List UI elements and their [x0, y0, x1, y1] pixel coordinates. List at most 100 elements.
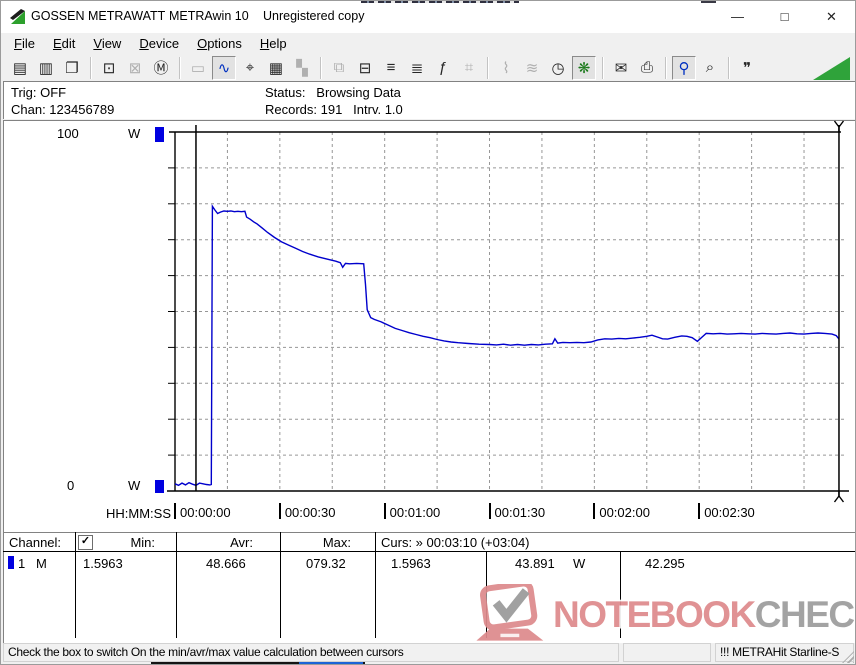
toolbar-separator — [320, 57, 321, 79]
license-status: Unregistered copy — [263, 9, 364, 23]
browse-status: Status: Browsing Data — [265, 85, 401, 100]
channel-column-header: Channel: — [9, 535, 61, 550]
table-column-divider — [375, 532, 376, 638]
x-tick-label: 00:00:30 — [285, 505, 336, 520]
lcd-display-button[interactable]: ▭ — [186, 56, 210, 80]
channel-number: 1 — [18, 556, 25, 571]
menu-edit[interactable]: Edit — [44, 34, 84, 53]
channel-1-color-swatch — [8, 556, 14, 569]
wave-output-button[interactable]: ≋ — [520, 56, 544, 80]
x-tick-00:02:00: 00:02:00 — [593, 503, 650, 520]
toolbar-separator — [179, 57, 180, 79]
import-file-button[interactable]: ▤ — [8, 56, 32, 80]
menu-help[interactable]: Help — [251, 34, 296, 53]
records-status: Records: 191 Intrv. 1.0 — [265, 102, 403, 117]
x-tick-00:00:30: 00:00:30 — [279, 503, 336, 520]
x-tick-mark — [279, 503, 281, 519]
toolbar-separator — [665, 57, 666, 79]
x-tick-mark — [384, 503, 386, 519]
scope-view-button[interactable]: ⌖ — [238, 56, 262, 80]
menu-device[interactable]: Device — [130, 34, 188, 53]
min-value: 1.5963 — [83, 556, 123, 571]
status-panel: Trig: OFF Chan: 123456789 Status: Browsi… — [3, 81, 855, 119]
minimize-button[interactable]: — — [714, 1, 761, 32]
avr-value: 48.666 — [206, 556, 246, 571]
avr-column-header: Avr: — [198, 535, 253, 550]
table-view-button[interactable]: ▦ — [264, 56, 288, 80]
close-button[interactable]: ✕ — [808, 1, 855, 32]
tooltip-button[interactable]: ❞ — [735, 56, 759, 80]
maximize-button[interactable]: □ — [761, 1, 808, 32]
power-chart-svg — [3, 120, 853, 525]
status-bar: Check the box to switch On the min/avr/m… — [3, 643, 855, 664]
minmax-toggle-checkbox[interactable]: ✓ — [78, 535, 93, 550]
zoom-curve-button[interactable]: ⚲ — [672, 56, 696, 80]
chart-panel: 100 W 0 W HH:MM:SS 00:00:0000:00:3000:01… — [3, 120, 855, 532]
menu-view[interactable]: View — [84, 34, 130, 53]
cursor-b-value: 42.295 — [645, 556, 685, 571]
x-tick-label: 00:02:30 — [704, 505, 755, 520]
x-tick-label: 00:02:00 — [599, 505, 650, 520]
scale-settings-button[interactable]: ≡ — [379, 56, 403, 80]
power-curve — [175, 206, 839, 485]
export-view-button[interactable]: ⧉ — [327, 56, 351, 80]
channel-settings-button[interactable]: ≣ — [405, 56, 429, 80]
menu-file[interactable]: File — [5, 34, 44, 53]
numeric-display-button[interactable]: ⌗ — [457, 56, 481, 80]
x-tick-mark — [593, 503, 595, 519]
print-report-button[interactable]: ✉ — [609, 56, 633, 80]
title-bar: GOSSEN METRAWATT METRAwin 10 Unregistere… — [1, 1, 855, 33]
app-logo-icon — [10, 9, 26, 25]
x-tick-label: 00:01:30 — [495, 505, 546, 520]
print-button[interactable]: ⎙ — [635, 56, 659, 80]
stop-device-button[interactable]: ⊠ — [123, 56, 147, 80]
x-tick-00:00:00: 00:00:00 — [174, 503, 231, 520]
min-column-header: Min: — [98, 535, 155, 550]
watermark-text-secondary: CHECK — [755, 596, 856, 633]
x-tick-label: 00:01:00 — [390, 505, 441, 520]
product-title: METRAwin 10 — [169, 9, 249, 23]
device-status: !!! METRAHit Starline-S — [715, 643, 854, 662]
max-column-header: Max: — [296, 535, 351, 550]
app-title: GOSSEN METRAWATT — [31, 9, 165, 23]
analog-output-button[interactable]: ⌇ — [494, 56, 518, 80]
x-tick-00:01:00: 00:01:00 — [384, 503, 441, 520]
channel-status: Chan: 123456789 — [11, 102, 114, 117]
x-tick-label: 00:00:00 — [180, 505, 231, 520]
status-spacer-panel — [623, 643, 711, 662]
toolbar-separator — [90, 57, 91, 79]
zoom-select-button[interactable]: ⌕ — [698, 56, 722, 80]
read-device-button[interactable]: ⊡ — [97, 56, 121, 80]
save-file-button[interactable]: ▥ — [34, 56, 58, 80]
menu-options[interactable]: Options — [188, 34, 251, 53]
timer-button[interactable]: ◷ — [546, 56, 570, 80]
open-file-button[interactable]: ❐ — [60, 56, 84, 80]
background-window-fragment — [361, 1, 519, 3]
notebookcheck-watermark: NOTEBOOK CHECK — [465, 585, 856, 643]
x-tick-mark — [174, 503, 176, 519]
toolbar: ▤▥❐ ⊡⊠Ⓜ ▭∿⌖▦▚ ⧉⊟≡≣ƒ⌗ ⌇≋◷❋ ✉⎙ ⚲⌕ ❞ — [1, 54, 855, 81]
bar-view-button[interactable]: ▚ — [290, 56, 314, 80]
formula-button[interactable]: ƒ — [431, 56, 455, 80]
curve-view-button[interactable]: ∿ — [212, 56, 236, 80]
time-format-label: HH:MM:SS — [91, 506, 171, 521]
status-message: Check the box to switch On the min/avr/m… — [3, 643, 619, 662]
toolbar-separator — [487, 57, 488, 79]
debug-monitor-button[interactable]: ❋ — [572, 56, 596, 80]
device-memory-button[interactable]: Ⓜ — [149, 56, 173, 80]
watermark-text-primary: NOTEBOOK — [553, 596, 755, 633]
x-tick-00:02:30: 00:02:30 — [698, 503, 755, 520]
toolbar-separator — [602, 57, 603, 79]
background-window-fragment — [701, 1, 716, 3]
cursor-column-header: Curs: » 00:03:10 (+03:04) — [381, 535, 530, 550]
table-column-divider — [75, 532, 76, 638]
x-tick-mark — [698, 503, 700, 519]
store-view-button[interactable]: ⊟ — [353, 56, 377, 80]
cursor-avg-value: 43.891 — [515, 556, 555, 571]
cursor-bottom-marker[interactable] — [834, 491, 843, 502]
cursor-top-marker[interactable] — [834, 121, 843, 132]
cursor-avg-unit: W — [573, 556, 585, 571]
cursor-a-value: 1.5963 — [391, 556, 431, 571]
menu-bar: FileEditViewDeviceOptionsHelp — [1, 33, 855, 54]
x-tick-00:01:30: 00:01:30 — [489, 503, 546, 520]
